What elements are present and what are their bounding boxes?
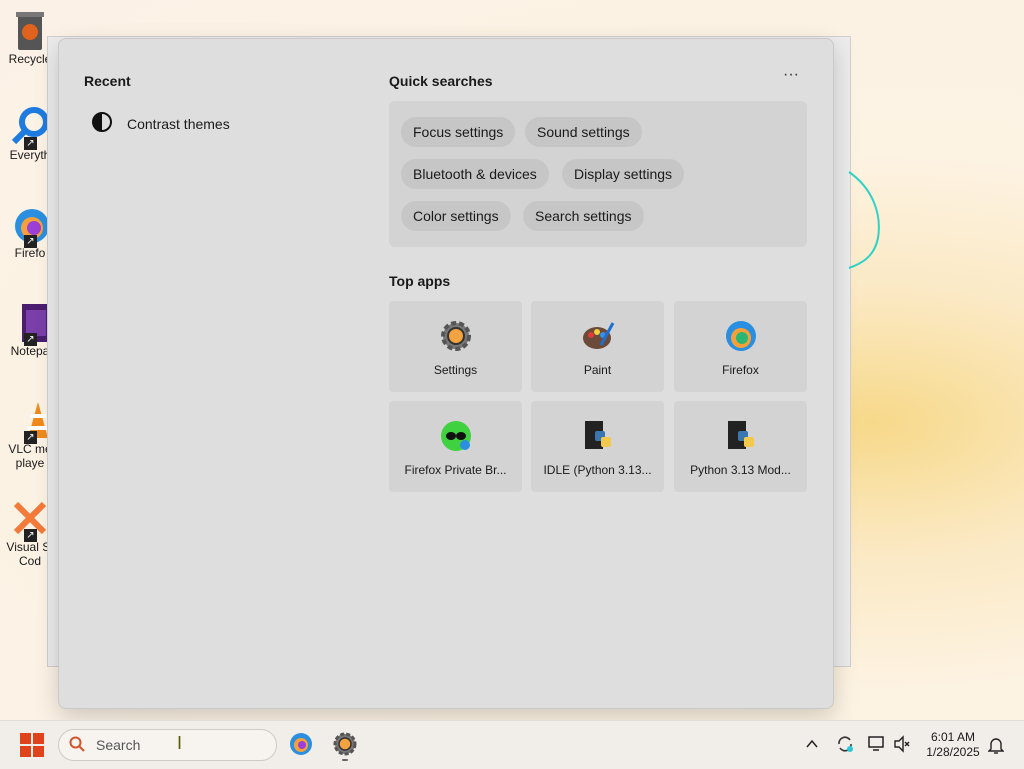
notification-center-button[interactable]: [987, 736, 1005, 759]
taskbar-search-box[interactable]: I: [58, 729, 277, 761]
paint-palette-icon: [581, 319, 615, 353]
taskbar-firefox-button[interactable]: [289, 732, 313, 761]
search-flyout: Recent Contrast themes Quick searches ··…: [58, 38, 834, 709]
search-icon: [69, 736, 85, 757]
app-tile-python-module[interactable]: Python 3.13 Mod...: [674, 401, 807, 492]
chip-bluetooth-devices[interactable]: Bluetooth & devices: [401, 159, 549, 189]
quick-searches-panel: Focus settings Sound settings Bluetooth …: [389, 101, 807, 247]
show-hidden-icons-button[interactable]: [805, 737, 819, 756]
app-tile-firefox[interactable]: Firefox: [674, 301, 807, 392]
clock-time: 6:01 AM: [930, 730, 976, 744]
cyan-stroke-drawing: [848, 171, 880, 269]
app-name: Python 3.13 Mod...: [690, 463, 791, 477]
firefox-private-icon: [439, 419, 473, 453]
python-idle-icon: [581, 419, 615, 453]
chip-search-settings[interactable]: Search settings: [523, 201, 644, 231]
contrast-icon: [91, 111, 113, 136]
app-name: Paint: [583, 363, 612, 377]
shortcut-arrow-icon: ↗: [24, 333, 37, 346]
top-apps-heading: Top apps: [389, 273, 451, 289]
chip-color-settings[interactable]: Color settings: [401, 201, 511, 231]
recent-item-label: Contrast themes: [127, 115, 230, 132]
network-icon: [868, 736, 884, 751]
chip-display-settings[interactable]: Display settings: [562, 159, 685, 189]
shortcut-arrow-icon: ↗: [24, 235, 37, 248]
settings-gear-icon: [333, 732, 357, 761]
recent-item-contrast-themes[interactable]: Contrast themes: [91, 111, 230, 136]
settings-gear-icon: [439, 319, 473, 353]
recent-heading: Recent: [84, 73, 131, 89]
app-tile-settings[interactable]: Settings: [389, 301, 522, 392]
notification-bell-icon: [987, 738, 1005, 754]
shortcut-arrow-icon: ↗: [24, 137, 37, 150]
everything-search-icon: ↗: [10, 106, 50, 150]
app-tile-paint[interactable]: Paint: [531, 301, 664, 392]
chip-focus-settings[interactable]: Focus settings: [401, 117, 516, 147]
windows-start-icon: [20, 733, 44, 757]
notepad-icon: ↗: [10, 302, 50, 346]
volume-muted-icon: [894, 735, 910, 753]
taskbar: I 6:01 AM 1/28/2025: [0, 720, 1024, 769]
taskbar-clock[interactable]: 6:01 AM 1/28/2025: [918, 730, 988, 760]
text-cursor-icon: I: [177, 733, 183, 753]
python-module-icon: [724, 419, 758, 453]
app-tile-firefox-private[interactable]: Firefox Private Br...: [389, 401, 522, 492]
tray-network-button[interactable]: [867, 735, 887, 758]
app-name: Settings: [433, 363, 478, 377]
chevron-up-icon: [806, 739, 818, 748]
firefox-icon: [724, 319, 758, 353]
start-button[interactable]: [20, 733, 44, 757]
app-name: Firefox: [722, 363, 759, 377]
search-input[interactable]: [94, 736, 248, 754]
tray-sync-button[interactable]: [835, 734, 855, 759]
shortcut-arrow-icon: ↗: [24, 529, 37, 542]
tray-volume-button[interactable]: [893, 735, 911, 758]
quick-searches-heading: Quick searches: [389, 73, 493, 89]
firefox-icon: ↗: [10, 204, 50, 248]
app-name: Firefox Private Br...: [404, 463, 507, 477]
firefox-icon: [290, 733, 312, 755]
taskbar-settings-button[interactable]: [333, 732, 357, 767]
chip-sound-settings[interactable]: Sound settings: [525, 117, 642, 147]
vlc-icon: ↗: [10, 400, 50, 444]
app-name: IDLE (Python 3.13...: [543, 463, 652, 477]
more-options-button[interactable]: ···: [781, 67, 801, 87]
recycle-bin-icon: [10, 10, 50, 50]
vscode-icon: ↗: [10, 498, 50, 542]
shortcut-arrow-icon: ↗: [24, 431, 37, 444]
app-tile-idle[interactable]: IDLE (Python 3.13...: [531, 401, 664, 492]
sync-icon: [838, 736, 853, 752]
clock-date: 1/28/2025: [926, 745, 980, 759]
